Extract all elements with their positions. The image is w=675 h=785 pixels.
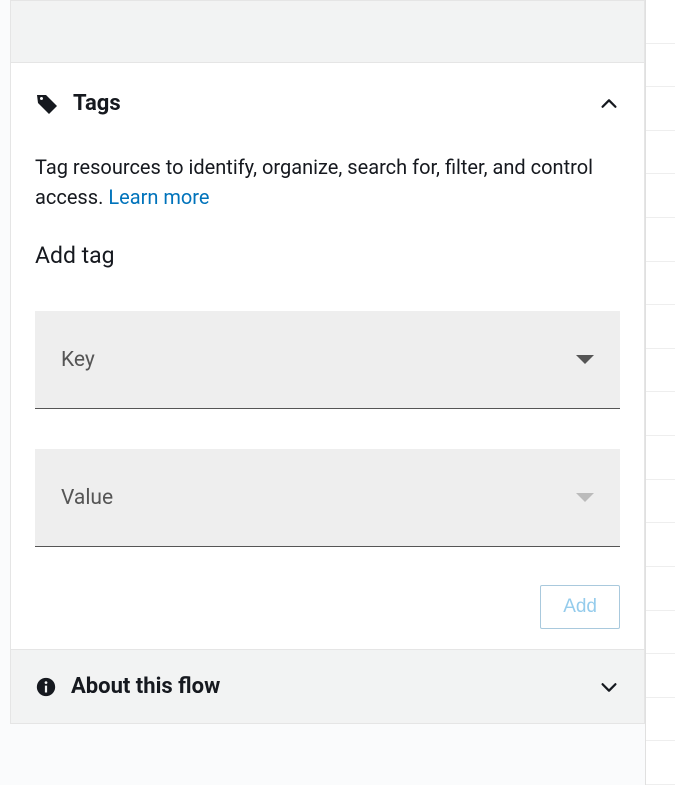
value-select[interactable]: Value [35,449,620,547]
key-select-label: Key [61,348,95,372]
caret-down-icon [576,493,594,502]
learn-more-link[interactable]: Learn more [108,185,209,209]
value-select-label: Value [61,486,113,510]
right-grid-gutter [645,0,675,785]
chevron-up-icon [598,93,620,115]
tag-icon [35,92,59,116]
key-select[interactable]: Key [35,311,620,409]
top-spacer [10,0,645,62]
tags-panel-header[interactable]: Tags [35,91,620,116]
tags-description: Tag resources to identify, organize, sea… [35,152,620,212]
add-button[interactable]: Add [540,585,620,629]
add-tag-heading: Add tag [35,242,620,269]
caret-down-icon [576,355,594,364]
about-flow-title: About this flow [71,674,220,699]
about-flow-header[interactable]: About this flow [35,674,620,699]
tags-panel: Tags Tag resources to identify, organize… [10,62,645,650]
info-icon [35,676,57,698]
left-gutter [0,0,10,785]
chevron-down-icon [598,676,620,698]
bottom-space [10,724,645,785]
tags-title: Tags [73,91,121,116]
about-flow-panel: About this flow [10,650,645,724]
